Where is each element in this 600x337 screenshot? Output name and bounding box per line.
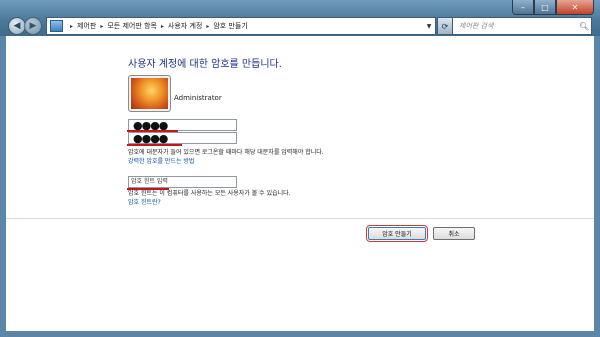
confirm-password-field[interactable]: ●●●● [128, 132, 237, 144]
case-sensitivity-note: 암호에 대문자가 들어 있으면 로그온할 때마다 해당 대문자를 입력해야 합니… [128, 149, 324, 156]
control-panel-icon [50, 20, 63, 32]
address-bar[interactable]: ▸ 제어판 ▸ 모든 제어판 항목 ▸ 사용자 계정 ▸ 암호 만들기 [46, 17, 424, 35]
avatar [128, 75, 171, 112]
breadcrumb-item-create-password[interactable]: 암호 만들기 [213, 21, 247, 31]
breadcrumb-item-control-panel[interactable]: 제어판 [77, 21, 96, 31]
address-dropdown-button[interactable]: ▼ [423, 17, 436, 35]
search-icon[interactable]: 🔍︎ [579, 22, 591, 31]
divider [6, 218, 594, 219]
refresh-button[interactable]: ⟳ [437, 17, 453, 35]
breadcrumb-separator: ▸ [100, 22, 104, 30]
breadcrumb-item-all-items[interactable]: 모든 제어판 항목 [107, 21, 157, 31]
breadcrumb-item-user-accounts[interactable]: 사용자 계정 [168, 21, 202, 31]
forward-button[interactable]: ▶ [24, 17, 42, 35]
password-hint-help-link[interactable]: 암호 힌트란? [128, 197, 161, 206]
window-border-bottom [0, 331, 600, 337]
maximize-button[interactable]: □ [534, 0, 556, 15]
breadcrumb-separator: ▸ [70, 22, 74, 30]
window-controls: – □ ✕ [512, 0, 594, 15]
breadcrumb-separator: ▸ [160, 22, 164, 30]
main-content: 사용자 계정에 대한 암호를 만듭니다. Administrator ●●●● … [6, 36, 594, 331]
user-picture [131, 78, 168, 109]
create-password-button[interactable]: 암호 만들기 [366, 225, 428, 242]
password-hint-field[interactable]: 암호 힌트 입력 [128, 176, 237, 188]
close-button[interactable]: ✕ [556, 0, 594, 15]
page-title: 사용자 계정에 대한 암호를 만듭니다. [128, 59, 282, 70]
breadcrumb-separator: ▸ [206, 22, 210, 30]
search-placeholder: 제어판 검색 [459, 22, 494, 30]
username-label: Administrator [174, 94, 222, 102]
highlight-underline [127, 144, 182, 146]
search-input[interactable]: 제어판 검색 🔍︎ [452, 17, 592, 35]
cancel-button[interactable]: 취소 [433, 227, 475, 240]
window-border-right [594, 36, 600, 337]
hint-visibility-note: 암호 힌트는 이 컴퓨터를 사용하는 모든 사용자가 볼 수 있습니다. [128, 190, 291, 197]
minimize-button[interactable]: – [512, 0, 534, 15]
strong-password-link[interactable]: 강력한 암호를 만드는 방법 [128, 156, 194, 165]
